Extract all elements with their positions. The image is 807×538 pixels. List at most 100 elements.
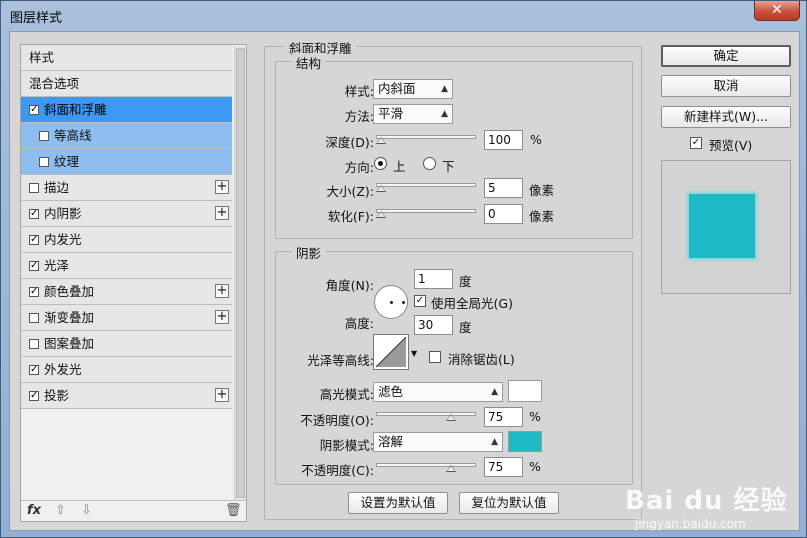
altitude-input[interactable]: 30 [414,315,453,335]
effect-checkbox[interactable]: ✓ [29,104,39,115]
effect-label: 描边 [44,180,70,195]
structure-title: 结构 [292,53,326,72]
soften-slider[interactable] [376,207,476,219]
slider-knob[interactable] [376,185,386,192]
effect-checkbox[interactable] [29,182,39,193]
depth-unit: % [530,132,542,147]
bevel-emboss-group: 斜面和浮雕 结构 样式: 内斜面 ▲ 方法: 平滑 ▲ 深度(D): 100 %… [264,38,642,520]
close-button[interactable]: ✕ [754,1,800,21]
add-effect-icon[interactable]: + [215,310,229,324]
soften-input[interactable]: 0 [484,204,523,224]
effect-item[interactable]: 描边 + [21,175,232,201]
depth-input[interactable]: 100 [484,130,523,150]
slider-knob[interactable] [376,211,386,218]
style-select[interactable]: 内斜面 ▲ [373,79,453,99]
shadow-opacity-slider[interactable] [376,461,476,473]
antialias-label: 消除锯齿(L) [448,352,515,367]
highlight-mode-select[interactable]: 滤色 ▲ [373,382,503,402]
effect-checkbox[interactable]: ✓ [29,390,39,401]
altitude-unit: 度 [459,320,472,335]
make-default-button[interactable]: 设置为默认值 [348,492,448,514]
effect-item[interactable]: ✓ 投影 + [21,383,232,409]
cancel-button[interactable]: 取消 [661,75,791,97]
effect-label: 渐变叠加 [44,310,95,325]
highlight-opacity-slider[interactable] [376,410,476,422]
highlight-color-swatch[interactable] [508,380,542,402]
technique-select[interactable]: 平滑 ▲ [373,104,453,124]
effects-list-scrollbar[interactable] [234,46,246,501]
effect-item[interactable]: 样式 [21,45,232,71]
move-up-icon[interactable]: ⇧ [55,503,66,518]
direction-down-radio[interactable] [423,157,436,170]
add-effect-icon[interactable]: + [215,284,229,298]
new-style-button[interactable]: 新建样式(W)... [661,106,791,128]
fx-icon[interactable]: fx [27,503,41,518]
move-down-icon[interactable]: ⇩ [81,503,92,518]
reset-default-button[interactable]: 复位为默认值 [459,492,559,514]
effect-item[interactable]: 混合选项 [21,71,232,97]
slider-track [376,135,476,139]
layer-style-dialog: 图层样式 ✕ 样式 混合选项 ✓ 斜面和浮雕 等高线 纹理 描边 + ✓ 内阴影 + ✓ 内发光 ✓ 光泽 ✓… [0,0,807,538]
shadow-color-swatch[interactable] [508,431,542,452]
effect-label: 纹理 [54,154,80,169]
angle-dial[interactable] [374,285,408,319]
effect-item[interactable]: ✓ 光泽 [21,253,232,279]
add-effect-icon[interactable]: + [215,206,229,220]
slider-knob[interactable] [446,414,456,421]
effect-item[interactable]: 纹理 [21,149,232,175]
effect-checkbox[interactable]: ✓ [29,208,39,219]
effect-checkbox[interactable] [29,338,39,349]
depth-slider[interactable] [376,133,476,145]
effect-checkbox[interactable] [39,156,49,167]
gloss-contour-picker[interactable] [373,334,409,370]
angle-unit: 度 [459,274,472,289]
highlight-opacity-input[interactable]: 75 [484,407,523,427]
preview-checkbox[interactable]: ✓ [690,137,702,149]
global-light-label: 使用全局光(G) [431,296,513,311]
effect-item[interactable]: ✓ 外发光 [21,357,232,383]
effect-checkbox[interactable] [29,312,39,323]
effect-label: 外发光 [44,362,82,377]
effect-item[interactable]: 渐变叠加 + [21,305,232,331]
effect-item[interactable]: 等高线 [21,123,232,149]
effect-checkbox[interactable]: ✓ [29,364,39,375]
updown-icon: ▲ [491,437,498,447]
antialias-checkbox[interactable] [429,351,441,363]
style-select-value: 内斜面 [378,81,416,96]
add-effect-icon[interactable]: + [215,388,229,402]
shadow-mode-select[interactable]: 溶解 ▲ [373,432,503,452]
size-input[interactable]: 5 [484,178,523,198]
global-light-checkbox[interactable]: ✓ [414,295,426,307]
direction-up-radio[interactable] [374,157,387,170]
shading-group: 阴影 角度(N): 1 度 ✓ 使用全局光(G) 高度: 30 度 光泽等高线: [275,243,633,485]
highlight-mode-value: 滤色 [378,384,404,399]
effect-checkbox[interactable] [39,130,49,141]
style-preview [661,160,791,294]
shadow-opacity-label: 不透明度(C): [301,463,374,478]
effect-item[interactable]: ✓ 内阴影 + [21,201,232,227]
shadow-opacity-input[interactable]: 75 [484,457,523,477]
contour-dropdown-icon[interactable]: ▼ [411,349,417,358]
effect-item[interactable]: ✓ 内发光 [21,227,232,253]
trash-icon[interactable]: 🗑 [225,503,242,518]
watermark-brand: Bai du 经验 [625,486,788,516]
effect-item[interactable]: ✓ 颜色叠加 + [21,279,232,305]
title-bar[interactable]: 图层样式 ✕ [1,1,806,31]
effect-label: 混合选项 [29,76,80,91]
effect-checkbox[interactable]: ✓ [29,260,39,271]
gloss-contour-label: 光泽等高线: [307,353,374,368]
scrollbar-thumb[interactable] [236,48,245,498]
slider-knob[interactable] [446,465,456,472]
style-label: 样式: [344,84,374,99]
add-effect-icon[interactable]: + [215,180,229,194]
size-slider[interactable] [376,181,476,193]
slider-knob[interactable] [376,137,386,144]
effect-checkbox[interactable]: ✓ [29,234,39,245]
effect-item[interactable]: 图案叠加 [21,331,232,357]
angle-input[interactable]: 1 [414,269,453,289]
effect-checkbox[interactable]: ✓ [29,286,39,297]
dialog-body: 样式 混合选项 ✓ 斜面和浮雕 等高线 纹理 描边 + ✓ 内阴影 + ✓ 内发光 ✓ 光泽 ✓ 颜色叠加 + 渐变… [9,31,800,531]
dial-pointer [402,301,405,304]
effect-item[interactable]: ✓ 斜面和浮雕 [21,97,232,123]
ok-button[interactable]: 确定 [661,45,791,67]
